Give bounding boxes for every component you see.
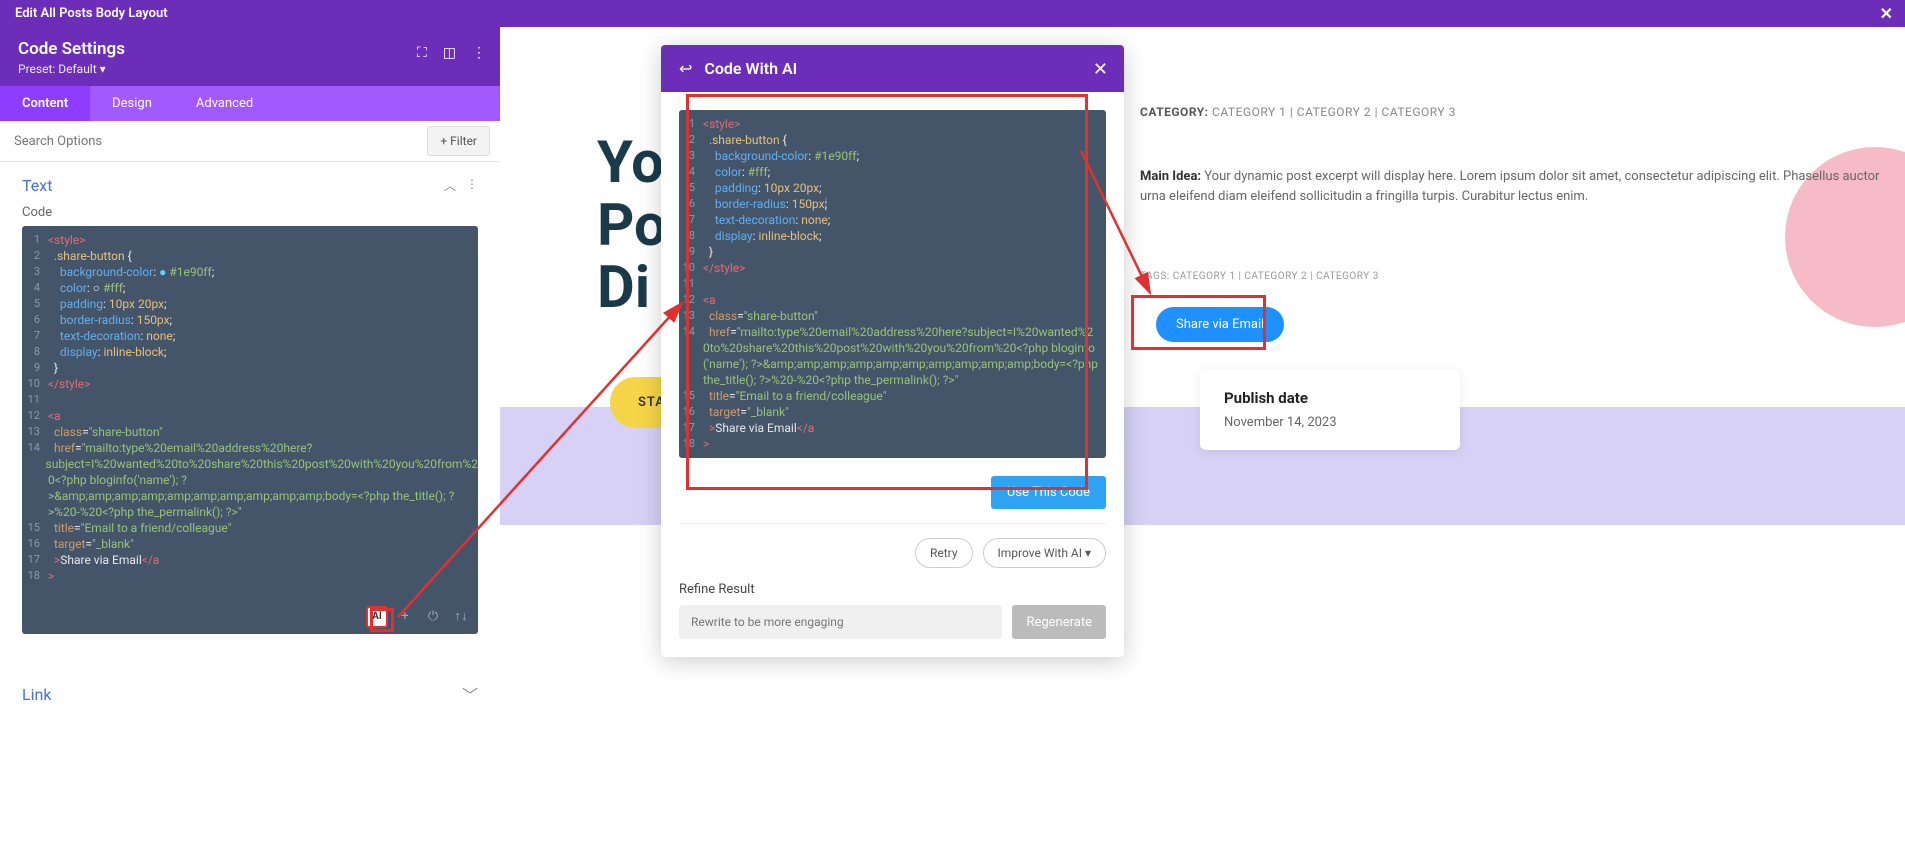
publish-label: Publish date [1224,389,1436,407]
settings-panel: Code Settings Preset: Default ▾ ⛶ ◫ ⋮ Co… [0,27,500,843]
publish-card: Publish date November 14, 2023 [1200,369,1460,450]
window-title: Edit All Posts Body Layout [15,6,168,21]
settings-tabs: Content Design Advanced [0,86,500,121]
back-icon[interactable]: ↩ [679,59,692,78]
retry-button[interactable]: Retry [915,538,973,568]
collapse-icon[interactable]: ︿ [444,177,456,194]
sort-icon[interactable]: ↑↓ [450,606,472,628]
search-input[interactable] [0,124,427,159]
settings-title: Code Settings [18,39,482,59]
tab-design[interactable]: Design [90,86,174,121]
share-via-email-button[interactable]: Share via Email [1156,307,1284,342]
code-field-label: Code [0,205,500,226]
improve-with-ai-button[interactable]: Improve With AI ▾ [983,538,1106,568]
ai-button[interactable]: AI [366,606,388,628]
tab-advanced[interactable]: Advanced [174,86,275,121]
filter-button[interactable]: + Filter [427,126,490,156]
more-icon[interactable]: ⋮ [472,45,486,61]
window-header: Edit All Posts Body Layout ✕ [0,0,1905,27]
code-editor[interactable]: 1<style>2 .share-button {3 background-co… [22,226,478,634]
tags-meta: TAGS: CATEGORY 1 | CATEGORY 2 | CATEGORY… [1140,271,1379,282]
preset-selector[interactable]: Preset: Default ▾ [18,62,482,76]
ai-code-block[interactable]: 1<style>2 .share-button {3 background-co… [679,110,1106,458]
power-icon[interactable]: ⏻ [422,606,444,628]
dock-icon[interactable]: ◫ [443,45,456,61]
ai-modal-title: Code With AI [704,59,797,78]
hero-title: Yo Po Di [597,132,667,320]
expand-icon[interactable]: ⛶ [417,45,427,61]
add-icon[interactable]: + [394,606,416,628]
refine-input[interactable] [679,605,1002,639]
close-icon[interactable]: ✕ [1880,4,1893,23]
regenerate-button[interactable]: Regenerate [1012,605,1106,639]
post-excerpt: Main Idea: Your dynamic post excerpt wil… [1140,167,1891,207]
refine-label: Refine Result [661,582,1124,605]
section-text-title: Text [22,176,52,195]
category-meta: CATEGORY: CATEGORY 1 | CATEGORY 2 | CATE… [1140,105,1891,119]
section-link-title: Link [22,685,51,704]
expand-link-icon[interactable]: ﹀ [462,682,478,706]
ai-close-icon[interactable]: ✕ [1093,59,1108,80]
section-more-icon[interactable]: ⋮ [466,177,478,194]
settings-header: Code Settings Preset: Default ▾ ⛶ ◫ ⋮ [0,27,500,86]
use-this-code-button[interactable]: Use This Code [991,476,1106,509]
tab-content[interactable]: Content [0,86,90,121]
publish-date-value: November 14, 2023 [1224,415,1436,430]
ai-modal: ↩ Code With AI ✕ 1<style>2 .share-button… [661,45,1124,657]
